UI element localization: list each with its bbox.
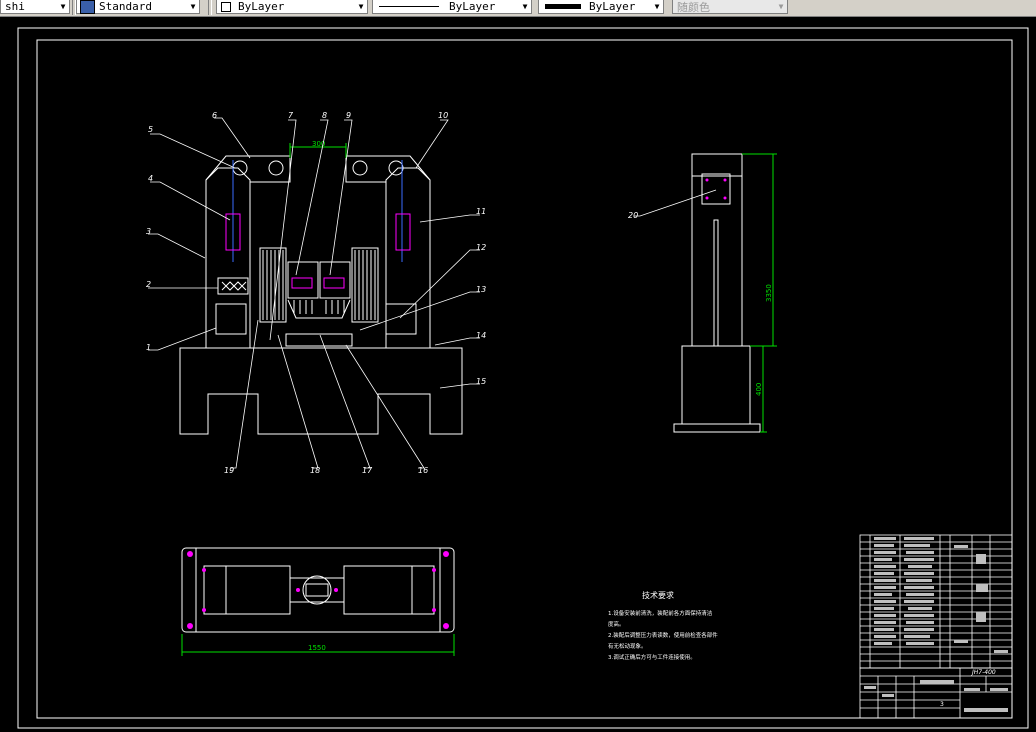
part-label: 17 [362, 466, 373, 475]
parts-list-fill [874, 537, 1008, 653]
dim-400-text: 400 [755, 383, 763, 396]
notes-title: 技术要求 [642, 590, 674, 600]
part-label: 15 [476, 377, 486, 386]
sheet-number: 3 [940, 701, 944, 708]
right-column [351, 247, 379, 323]
front-base [179, 347, 463, 435]
part-label: 5 [148, 125, 153, 134]
drawing-border-inner [36, 39, 1013, 719]
nameplate-pattern [221, 281, 247, 291]
title-block-fill [864, 680, 1008, 712]
top-right-cylinder [343, 565, 435, 615]
top-view [181, 547, 455, 633]
side-slot [713, 219, 719, 347]
drawing-canvas[interactable]: 300 5 6 7 8 9 10 4 3 2 1 11 12 13 14 15 … [0, 0, 1036, 732]
left-window [215, 303, 247, 335]
drawing-number: JH7-400 [971, 669, 996, 676]
top-base-plate [181, 547, 455, 633]
part-label: 13 [476, 285, 486, 294]
part-label: 14 [476, 331, 486, 340]
side-plate [701, 173, 731, 205]
note-line: 有无松动现象。 [608, 642, 647, 650]
part-label: 11 [476, 207, 486, 216]
part-label: 19 [224, 466, 234, 475]
front-left-frame [205, 167, 251, 349]
part-label: 2 [146, 280, 151, 289]
part-labels: 5 6 7 8 9 10 4 3 2 1 11 12 13 14 15 19 1… [146, 111, 486, 475]
side-column [691, 153, 743, 347]
part-label: 6 [212, 111, 217, 120]
side-plate-holes [705, 178, 727, 200]
pulley-right [352, 160, 368, 176]
nameplate [217, 277, 249, 295]
worktable [285, 333, 353, 347]
leader-20 [634, 189, 717, 217]
note-line: 2.装配后调整压力表读数，使用前检查各部件 [608, 631, 718, 639]
part-label: 4 [148, 174, 153, 183]
front-view [179, 155, 463, 435]
part-label: 16 [418, 466, 428, 475]
part-label: 8 [322, 111, 327, 120]
pulley-left-2 [268, 160, 284, 176]
front-right-frame [385, 167, 431, 349]
part-label: 9 [346, 111, 351, 120]
right-window [385, 303, 417, 335]
front-cylinders [225, 160, 411, 262]
part-label: 7 [288, 111, 294, 120]
note-line: 3.调试正确后方可与工件连接使用。 [608, 653, 696, 661]
left-column [259, 247, 287, 323]
top-left-cylinder [203, 565, 291, 615]
side-foot [673, 423, 761, 433]
part-label: 10 [438, 111, 448, 120]
side-view [673, 153, 761, 433]
part-label: 1 [146, 343, 151, 352]
notes-lines: 1.设备安装前清洗，装配前各方面保持清洁 度高。 2.装配后调整压力表读数，使用… [608, 609, 718, 661]
part-label: 3 [146, 227, 151, 236]
top-center-ring [302, 575, 332, 605]
note-line: 度高。 [608, 620, 625, 628]
dim-3350-text: 3350 [765, 284, 773, 302]
note-line: 1.设备安装前清洗，装配前各方面保持清洁 [608, 609, 713, 617]
part-label: 12 [476, 243, 486, 252]
dim-1550-text: 1550 [308, 644, 326, 652]
part-label-20: 20 [628, 211, 638, 220]
part-label: 18 [310, 466, 320, 475]
side-base [681, 345, 751, 425]
